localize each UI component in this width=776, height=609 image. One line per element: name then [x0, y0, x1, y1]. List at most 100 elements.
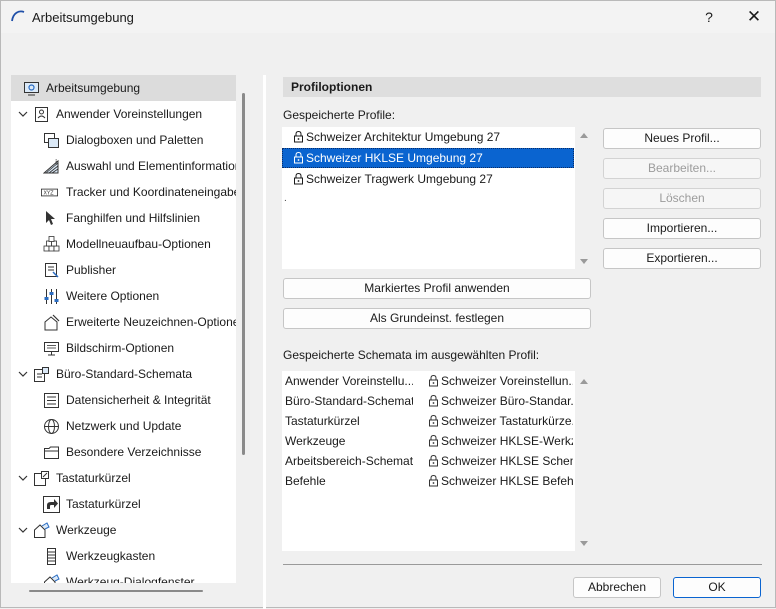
tree-item-datensicherheit[interactable]: Datensicherheit & Integrität — [11, 387, 236, 413]
new-profile-button[interactable]: Neues Profil... — [603, 128, 761, 149]
profiles-list[interactable]: Schweizer Architektur Umgebung 27 Schwei… — [282, 127, 575, 269]
chevron-down-icon[interactable] — [17, 524, 29, 536]
scheme-row[interactable]: Arbeitsbereich-Schemata Schweizer HKLSE … — [282, 451, 574, 471]
tree-item-verzeichnisse[interactable]: Besondere Verzeichnisse — [11, 439, 236, 465]
tracker-xyz-icon: XYZ — [41, 188, 58, 197]
tree-item-buero-standard[interactable]: Büro-Standard-Schemata — [11, 361, 236, 387]
lock-icon — [429, 414, 438, 427]
scroll-down-arrow-icon[interactable] — [579, 258, 589, 266]
scroll-down-arrow-icon[interactable] — [579, 540, 589, 548]
globe-icon — [44, 419, 59, 434]
workspace-dialog: Arbeitsumgebung ? ✕ Arbeitsumgebung Anwe… — [0, 0, 776, 609]
window-title: Arbeitsumgebung — [32, 10, 134, 25]
delete-profile-button[interactable]: Löschen — [603, 188, 761, 209]
scheme-row[interactable]: Befehle Schweizer HKLSE Befehl... — [282, 471, 574, 491]
scheme-value: Schweizer HKLSE-Werkz... — [441, 434, 573, 448]
tree-item-label: Datensicherheit & Integrität — [66, 393, 211, 407]
tree-item-arbeitsumgebung[interactable]: Arbeitsumgebung — [11, 75, 236, 101]
tree-item-label: Werkzeuge — [56, 523, 117, 537]
help-button[interactable]: ? — [695, 5, 723, 29]
ok-button[interactable]: OK — [673, 577, 761, 598]
scheme-row[interactable]: Anwender Voreinstellu... Schweizer Vorei… — [282, 371, 574, 391]
tree-item-label: Weitere Optionen — [66, 289, 160, 303]
profile-item[interactable]: Schweizer Tragwerk Umgebung 27 — [282, 169, 574, 189]
scroll-up-arrow-icon[interactable] — [579, 377, 589, 385]
import-profile-button[interactable]: Importieren... — [603, 218, 761, 239]
selection-info-icon: i — [43, 158, 59, 174]
tree-item-label: Anwender Voreinstellungen — [56, 107, 203, 121]
export-profile-button[interactable]: Exportieren... — [603, 248, 761, 269]
tree-item-auswahl[interactable]: i Auswahl und Elementinformation — [11, 153, 236, 179]
tree-horizontal-scrollbar[interactable] — [29, 590, 203, 592]
tree-item-netzwerk[interactable]: Netzwerk und Update — [11, 413, 236, 439]
close-button[interactable]: ✕ — [739, 5, 769, 29]
pane-divider — [263, 75, 266, 609]
section-title: Profiloptionen — [283, 77, 761, 97]
settings-tree[interactable]: Arbeitsumgebung Anwender Voreinstellunge… — [11, 75, 236, 583]
scheme-value: Schweizer Büro-Standar... — [441, 394, 573, 408]
profile-name: Schweizer Tragwerk Umgebung 27 — [306, 172, 493, 186]
snap-guides-icon — [46, 211, 55, 225]
set-default-button[interactable]: Als Grundeinst. festlegen — [283, 308, 591, 329]
profile-name: Schweizer HKLSE Umgebung 27 — [306, 151, 483, 165]
scheme-value: Schweizer Voreinstellun... — [441, 374, 573, 388]
tree-item-label: Netzwerk und Update — [66, 419, 182, 433]
scheme-row[interactable]: Tastaturkürzel Schweizer Tastaturkürze..… — [282, 411, 574, 431]
publisher-icon — [45, 263, 59, 278]
tree-item-werkzeug-dialog[interactable]: Werkzeug-Dialogfenster — [11, 569, 236, 583]
tree-item-fanghilfen[interactable]: Fanghilfen und Hilfslinien — [11, 205, 236, 231]
tree-item-tastaturkuerzel[interactable]: Tastaturkürzel — [11, 491, 236, 517]
profile-item[interactable]: Schweizer Architektur Umgebung 27 — [282, 127, 574, 147]
scheme-row[interactable]: Büro-Standard-Schemata Schweizer Büro-St… — [282, 391, 574, 411]
tree-item-bildschirm[interactable]: Bildschirm-Optionen — [11, 335, 236, 361]
tree-item-label: Modellneuaufbau-Optionen — [66, 237, 211, 251]
tree-item-tastaturkuerzel-group[interactable]: Tastaturkürzel — [11, 465, 236, 491]
tree-item-label: Bildschirm-Optionen — [66, 341, 175, 355]
tree-item-werkzeugkasten[interactable]: Werkzeugkasten — [11, 543, 236, 569]
cancel-button[interactable]: Abbrechen — [573, 577, 661, 598]
tree-item-tracker[interactable]: XYZ Tracker und Koordinateneingabe — [11, 179, 236, 205]
tool-dialog-icon — [44, 574, 60, 583]
tree-item-publisher[interactable]: Publisher — [11, 257, 236, 283]
chevron-down-icon[interactable] — [17, 368, 29, 380]
tree-item-werkzeuge[interactable]: Werkzeuge — [11, 517, 236, 543]
scheme-value: Schweizer HKLSE Befehl... — [441, 474, 573, 488]
tree-item-dialogboxen[interactable]: Dialogboxen und Paletten — [11, 127, 236, 153]
lock-icon — [294, 151, 303, 164]
profile-item-selected[interactable]: Schweizer HKLSE Umgebung 27 — [282, 148, 574, 168]
tree-item-label: Arbeitsumgebung — [46, 81, 141, 95]
scheme-category: Tastaturkürzel — [285, 414, 360, 428]
tree-item-weitere-optionen[interactable]: Weitere Optionen — [11, 283, 236, 309]
tree-item-label: Büro-Standard-Schemata — [56, 367, 193, 381]
edit-profile-button[interactable]: Bearbeiten... — [603, 158, 761, 179]
model-rebuild-icon — [43, 236, 60, 252]
lock-icon — [294, 130, 303, 143]
shortcut-arrow-icon — [43, 496, 60, 513]
dialog-palettes-icon — [44, 133, 59, 148]
scheme-row[interactable]: Werkzeuge Schweizer HKLSE-Werkz... — [282, 431, 574, 451]
tree-item-label: Fanghilfen und Hilfslinien — [66, 211, 201, 225]
tree-item-label: Tastaturkürzel — [66, 497, 141, 511]
sliders-icon — [44, 289, 59, 304]
tree-item-label: Werkzeug-Dialogfenster — [66, 575, 195, 583]
scroll-up-arrow-icon[interactable] — [579, 131, 589, 139]
office-standard-icon — [34, 367, 49, 382]
apply-profile-button[interactable]: Markiertes Profil anwenden — [283, 278, 591, 299]
tree-item-label: Tracker und Koordinateneingabe — [66, 185, 236, 199]
chevron-down-icon[interactable] — [17, 472, 29, 484]
scheme-category: Anwender Voreinstellu... — [285, 374, 413, 388]
tree-item-neuzeichnen[interactable]: Erweiterte Neuzeichnen-Optionen — [11, 309, 236, 335]
lock-icon — [429, 434, 438, 447]
tree-vertical-scrollbar[interactable] — [242, 93, 245, 455]
tree-item-label: Werkzeugkasten — [66, 549, 156, 563]
tree-item-label: Auswahl und Elementinformation — [66, 159, 236, 173]
footer-separator — [283, 564, 762, 565]
scheme-category: Büro-Standard-Schemata — [285, 394, 413, 408]
tree-item-label: Besondere Verzeichnisse — [66, 445, 202, 459]
lock-icon — [294, 172, 303, 185]
list-trailing-mark: . — [284, 193, 287, 204]
schemes-list[interactable]: Anwender Voreinstellu... Schweizer Vorei… — [282, 371, 575, 551]
chevron-down-icon[interactable] — [17, 108, 29, 120]
tree-item-anwender-voreinstellungen[interactable]: Anwender Voreinstellungen — [11, 101, 236, 127]
tree-item-modellneuaufbau[interactable]: Modellneuaufbau-Optionen — [11, 231, 236, 257]
